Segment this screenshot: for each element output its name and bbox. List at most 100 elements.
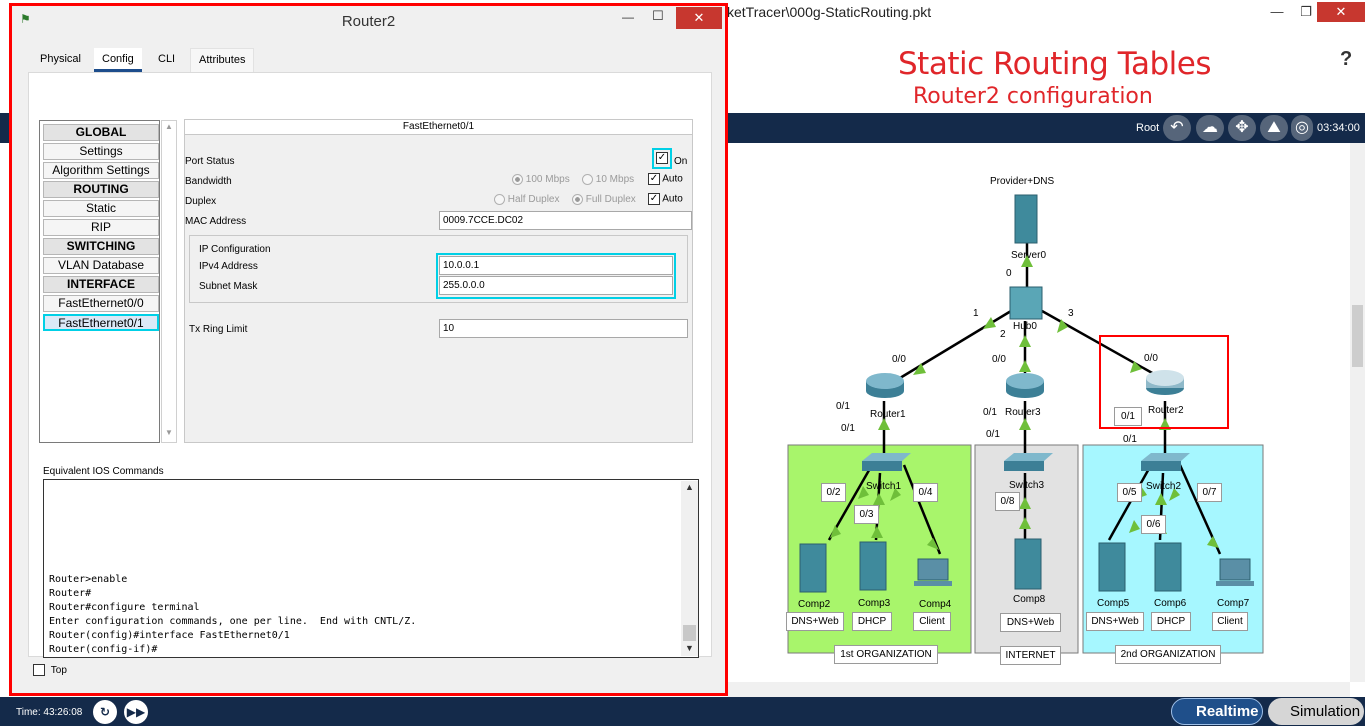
nav-global-header: GLOBAL <box>43 124 159 141</box>
bandwidth-auto-option[interactable]: ✓ Auto <box>648 173 683 185</box>
comp5-icon <box>1098 542 1126 592</box>
back-icon[interactable]: ↶ <box>1163 115 1191 141</box>
interface-config-panel: FastEthernet0/1 Port Status ✓ On Bandwid… <box>184 119 693 443</box>
bandwidth-10-option[interactable]: 10 Mbps <box>582 174 634 185</box>
dialog-maximize-button[interactable]: ☐ <box>652 8 664 24</box>
port-status-highlight: ✓ <box>652 148 672 169</box>
port-label: 0/6 <box>1141 515 1166 534</box>
comp3-label: Comp3 <box>858 598 891 609</box>
comp6-icon <box>1154 542 1182 592</box>
dialog-minimize-button[interactable]: — <box>622 10 634 24</box>
duplex-label: Duplex <box>185 196 217 207</box>
config-nav-list: GLOBAL Settings Algorithm Settings ROUTI… <box>39 120 160 443</box>
nav-fastethernet0-0[interactable]: FastEthernet0/0 <box>43 295 159 312</box>
switch3-label: Switch3 <box>1009 480 1045 491</box>
duplex-full-option[interactable]: Full Duplex <box>572 194 636 205</box>
scroll-up-icon[interactable]: ▲ <box>685 482 694 492</box>
fast-forward-icon[interactable]: ▶▶ <box>124 700 148 724</box>
comp8-label: Comp8 <box>1013 594 1046 605</box>
reset-time-icon[interactable]: ↻ <box>93 700 117 724</box>
move-icon[interactable]: ✥ <box>1228 115 1256 141</box>
dialog-titlebar[interactable]: ⚑ Router2 — ☐ ✕ <box>12 6 725 34</box>
help-icon[interactable]: ? <box>1340 48 1352 71</box>
port-label: 3 <box>1068 308 1074 319</box>
comp7-tag: Client <box>1212 612 1248 631</box>
port-label: 0/1 <box>986 429 1000 440</box>
bandwidth-100-label: 100 Mbps <box>525 174 570 186</box>
port-status-on-label: On <box>674 156 688 167</box>
ipv4-address-label: IPv4 Address <box>199 261 258 272</box>
router2-label: Router2 <box>1148 405 1184 416</box>
minimize-button[interactable]: — <box>1262 2 1292 22</box>
nav-settings[interactable]: Settings <box>43 143 159 160</box>
mac-address-field[interactable]: 0009.7CCE.DC02 <box>439 211 692 230</box>
ios-scroll-thumb[interactable] <box>683 625 696 641</box>
logical-workspace[interactable]: Provider+DNS Server0 0 Hub0 1 2 3 0/0 Ro… <box>728 143 1350 682</box>
nav-scrollbar[interactable]: ▲ ▼ <box>161 120 177 443</box>
nav-fastethernet0-1[interactable]: FastEthernet0/1 <box>43 314 159 331</box>
viewport-icon[interactable]: ◎ <box>1291 115 1313 141</box>
radio-icon[interactable] <box>582 174 593 185</box>
scroll-down-icon[interactable]: ▼ <box>165 428 173 437</box>
radio-icon[interactable] <box>572 194 583 205</box>
port-label: 0/0 <box>992 354 1006 365</box>
duplex-auto-option[interactable]: ✓ Auto <box>648 193 683 205</box>
root-label[interactable]: Root <box>1136 122 1159 134</box>
duplex-full-label: Full Duplex <box>585 194 636 206</box>
dialog-title: Router2 <box>341 13 396 30</box>
dialog-close-button[interactable]: ✕ <box>676 7 722 29</box>
comp7-label: Comp7 <box>1217 598 1250 609</box>
comp7-icon <box>1216 558 1254 586</box>
port-status-checkbox[interactable]: ✓ <box>656 152 668 164</box>
lesson-title: Static Routing Tables <box>898 46 1212 82</box>
comp3-tag: DHCP <box>852 612 892 631</box>
nav-rip[interactable]: RIP <box>43 219 159 236</box>
checkbox-icon[interactable]: ✓ <box>648 173 660 185</box>
duplex-half-option[interactable]: Half Duplex <box>494 194 559 205</box>
tab-physical[interactable]: Physical <box>32 48 89 72</box>
internet-label: INTERNET <box>1000 646 1061 665</box>
checkbox-icon[interactable]: ✓ <box>648 193 660 205</box>
close-button[interactable]: ✕ <box>1317 2 1365 22</box>
workspace-vscroll-thumb[interactable] <box>1352 305 1363 367</box>
hub0-label: Hub0 <box>1013 321 1037 332</box>
hub0-icon <box>1009 286 1043 320</box>
background-image-icon[interactable]: ⛰ <box>1260 115 1288 141</box>
port-label: 2 <box>1000 329 1006 340</box>
radio-icon[interactable] <box>494 194 505 205</box>
nav-static[interactable]: Static <box>43 200 159 217</box>
bandwidth-label: Bandwidth <box>185 176 232 187</box>
bandwidth-100-option[interactable]: 100 Mbps <box>512 174 570 185</box>
duplex-auto-label: Auto <box>662 193 683 205</box>
top-checkbox-row[interactable]: Top <box>33 664 67 676</box>
comp3-icon <box>859 541 887 591</box>
comp8-tag: DNS+Web <box>1000 613 1061 632</box>
port-label: 0/0 <box>892 354 906 365</box>
workspace-hscroll[interactable] <box>728 682 1350 697</box>
ipv4-address-field[interactable]: 10.0.0.1 <box>439 256 673 275</box>
workspace-vscroll[interactable] <box>1350 143 1365 682</box>
ios-commands-box[interactable]: Router>enable Router# Router#configure t… <box>43 479 699 658</box>
port-label: 0/1 <box>983 407 997 418</box>
org2-label: 2nd ORGANIZATION <box>1115 645 1221 664</box>
bottom-bar: Time: 43:26:08 ↻ ▶▶ Realtime Simulation <box>0 697 1365 726</box>
bandwidth-auto-label: Auto <box>662 173 683 185</box>
port-label: 0/5 <box>1117 483 1142 502</box>
tab-config[interactable]: Config <box>94 48 142 72</box>
tx-ring-limit-field[interactable]: 10 <box>439 319 688 338</box>
realtime-button[interactable]: Realtime <box>1171 698 1263 725</box>
simulation-button[interactable]: Simulation <box>1268 698 1364 725</box>
cloud-icon[interactable]: ☁ <box>1196 115 1224 141</box>
radio-icon[interactable] <box>512 174 523 185</box>
interface-header: FastEthernet0/1 <box>185 120 692 135</box>
scroll-down-icon[interactable]: ▼ <box>685 643 694 653</box>
top-checkbox[interactable] <box>33 664 45 676</box>
scroll-up-icon[interactable]: ▲ <box>165 122 173 131</box>
tab-cli[interactable]: CLI <box>150 48 183 72</box>
nav-algorithm-settings[interactable]: Algorithm Settings <box>43 162 159 179</box>
tab-attributes[interactable]: Attributes <box>190 48 255 72</box>
subnet-mask-field[interactable]: 255.0.0.0 <box>439 276 673 295</box>
provider-label: Provider+DNS <box>990 176 1055 187</box>
bandwidth-10-label: 10 Mbps <box>595 174 635 186</box>
nav-vlan-database[interactable]: VLAN Database <box>43 257 159 274</box>
